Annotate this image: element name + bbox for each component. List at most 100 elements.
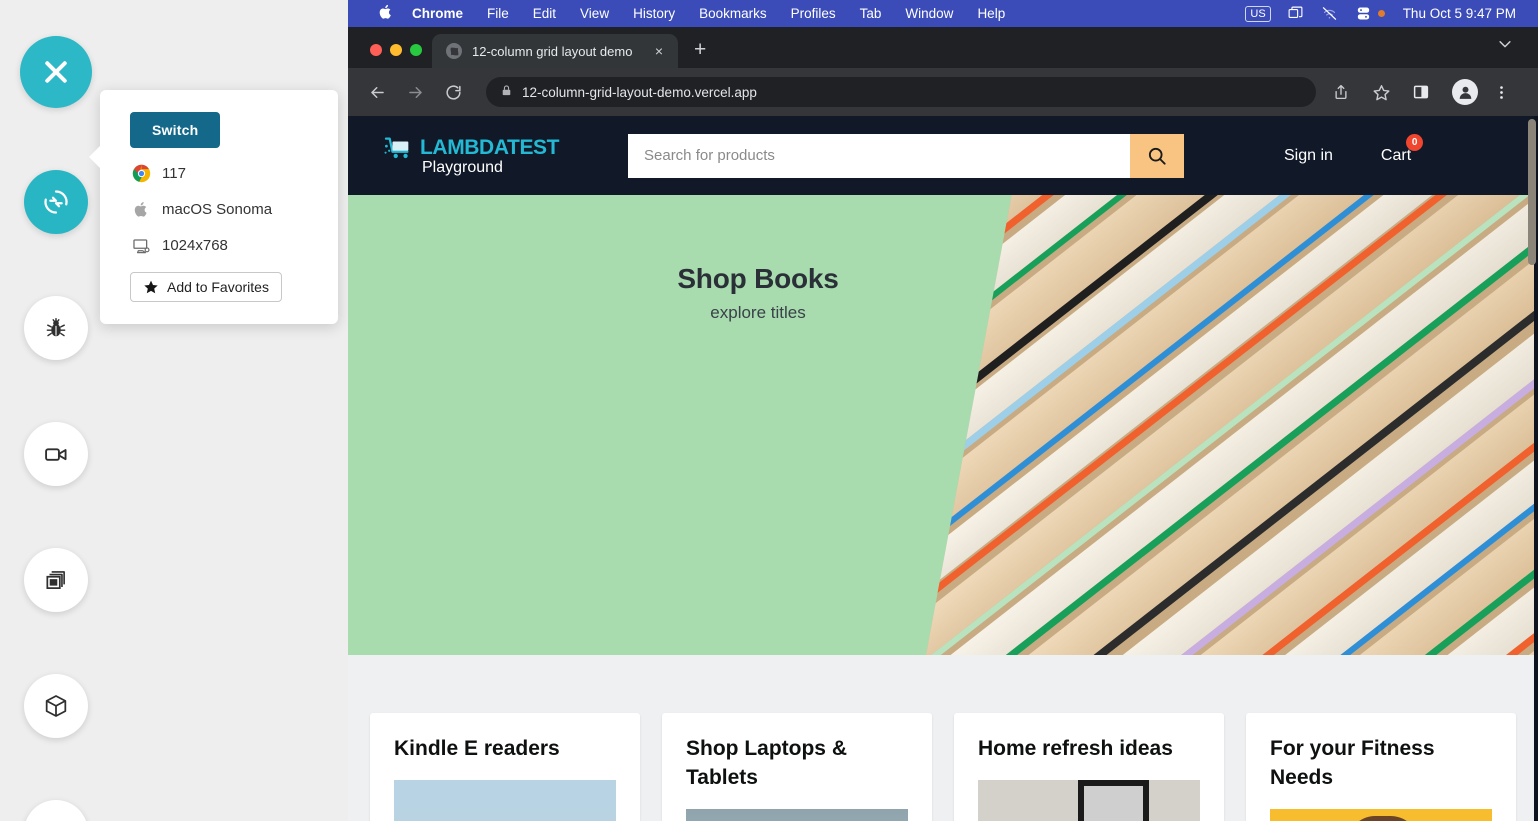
screenshots-stack-icon: [43, 567, 69, 593]
hero-banner: Shop Books explore titles: [348, 195, 1538, 655]
resolution-label: 1024x768: [162, 237, 228, 254]
sign-in-link[interactable]: Sign in: [1284, 147, 1333, 165]
tab-favicon-icon: [446, 43, 462, 59]
video-camera-icon: [42, 440, 70, 468]
add-to-favorites-button[interactable]: Add to Favorites: [130, 272, 282, 302]
category-card-image: [978, 780, 1200, 821]
search-icon: [1146, 145, 1168, 167]
rail-spacer-3: [56, 360, 57, 422]
chrome-menu-icon[interactable]: [1486, 77, 1516, 107]
cart-count-badge: 0: [1406, 134, 1423, 151]
launcher-button-column: [20, 36, 92, 821]
menubar-clock[interactable]: Thu Oct 5 9:47 PM: [1403, 6, 1516, 21]
category-card-title: Home refresh ideas: [978, 735, 1200, 764]
tab-close-icon[interactable]: ×: [652, 43, 666, 59]
address-bar[interactable]: 12-column-grid-layout-demo.vercel.app: [486, 77, 1316, 107]
site-logo-subtitle: Playground: [422, 159, 574, 177]
apple-icon: [130, 198, 152, 220]
change-resolution-button[interactable]: [24, 800, 88, 821]
cart-link[interactable]: Cart 0: [1381, 147, 1411, 165]
browser-tab[interactable]: 12-column grid layout demo ×: [432, 34, 678, 68]
add-to-favorites-label: Add to Favorites: [167, 279, 269, 295]
category-card[interactable]: Home refresh ideas: [954, 713, 1224, 821]
macos-menubar: Chrome File Edit View History Bookmarks …: [348, 0, 1538, 27]
menu-item-file[interactable]: File: [487, 6, 509, 21]
screen-mirroring-icon[interactable]: [1287, 5, 1304, 22]
menu-item-tab[interactable]: Tab: [860, 6, 882, 21]
chevron-down-icon[interactable]: [1496, 35, 1514, 58]
category-card-image: [1270, 809, 1492, 821]
bug-icon: [43, 315, 69, 341]
reload-button[interactable]: [438, 77, 468, 107]
site-logo[interactable]: LAMBDATEST Playground: [384, 134, 574, 177]
report-bug-button[interactable]: [24, 296, 88, 360]
menu-item-edit[interactable]: Edit: [533, 6, 556, 21]
site-logo-row: LAMBDATEST: [384, 134, 574, 162]
maximize-window-button[interactable]: [410, 44, 422, 56]
os-label: macOS Sonoma: [162, 201, 272, 218]
apple-menu-icon[interactable]: [378, 3, 394, 25]
cube-icon: [42, 692, 70, 720]
category-card-title: Shop Laptops & Tablets: [686, 735, 908, 793]
category-card[interactable]: Shop Laptops & Tablets: [662, 713, 932, 821]
switch-session-button[interactable]: [24, 170, 88, 234]
category-card-image: [686, 809, 908, 821]
recording-dot-indicator: [1378, 10, 1385, 17]
hero-books-image: [926, 195, 1538, 655]
search-input[interactable]: [628, 134, 1130, 178]
chrome-icon: [130, 162, 152, 184]
control-center-icon[interactable]: [1355, 5, 1385, 22]
rail-spacer-1: [56, 108, 57, 170]
site-search: [628, 134, 1184, 178]
switch-session-popup: Switch 117: [100, 90, 338, 324]
page-scrollbar[interactable]: [1525, 116, 1538, 821]
menu-item-view[interactable]: View: [580, 6, 609, 21]
menu-item-chrome[interactable]: Chrome: [412, 6, 463, 21]
rail-spacer-4: [56, 486, 57, 548]
close-session-button[interactable]: [20, 36, 92, 108]
rail-spacer-5: [56, 612, 57, 674]
search-submit-button[interactable]: [1130, 134, 1184, 178]
page-viewport: LAMBDATEST Playground Sign in: [348, 116, 1538, 821]
monitor-icon: [130, 234, 152, 256]
macos-window: Chrome File Edit View History Bookmarks …: [348, 0, 1538, 821]
category-card[interactable]: For your Fitness Needs: [1246, 713, 1516, 821]
site-nav: Sign in Cart 0: [1284, 147, 1411, 165]
wifi-off-icon[interactable]: [1320, 5, 1339, 22]
resolution-row: 1024x768: [130, 234, 338, 256]
profile-avatar[interactable]: [1452, 79, 1478, 105]
menu-item-profiles[interactable]: Profiles: [791, 6, 836, 21]
menu-item-help[interactable]: Help: [977, 6, 1005, 21]
launcher-rail: Switch 117: [0, 0, 348, 821]
menu-item-bookmarks[interactable]: Bookmarks: [699, 6, 767, 21]
category-card-title: Kindle E readers: [394, 735, 616, 764]
side-panel-icon[interactable]: [1406, 77, 1436, 107]
bookmark-star-icon[interactable]: [1366, 77, 1396, 107]
rail-spacer-2: [56, 234, 57, 296]
close-window-button[interactable]: [370, 44, 382, 56]
menu-item-window[interactable]: Window: [905, 6, 953, 21]
cart-label: Cart: [1381, 147, 1411, 164]
screenshot-button[interactable]: [24, 548, 88, 612]
switch-arrows-icon: [41, 187, 71, 217]
page-scrollbar-thumb[interactable]: [1528, 119, 1536, 265]
forward-button[interactable]: [400, 77, 430, 107]
shopping-cart-logo-icon: [384, 134, 414, 162]
category-card[interactable]: Kindle E readers: [370, 713, 640, 821]
rail-spacer-6: [56, 738, 57, 800]
star-icon: [143, 279, 159, 295]
input-source-indicator[interactable]: US: [1245, 6, 1270, 22]
tab-title: 12-column grid layout demo: [472, 44, 642, 59]
input-source-label: US: [1245, 6, 1270, 22]
share-icon[interactable]: [1326, 77, 1356, 107]
lock-icon: [500, 84, 513, 100]
browser-version-row: 117: [130, 162, 338, 184]
address-bar-url: 12-column-grid-layout-demo.vercel.app: [522, 85, 757, 100]
integrations-button[interactable]: [24, 674, 88, 738]
minimize-window-button[interactable]: [390, 44, 402, 56]
new-tab-button[interactable]: +: [694, 39, 706, 60]
menu-item-history[interactable]: History: [633, 6, 675, 21]
switch-button[interactable]: Switch: [130, 112, 220, 148]
back-button[interactable]: [362, 77, 392, 107]
record-video-button[interactable]: [24, 422, 88, 486]
